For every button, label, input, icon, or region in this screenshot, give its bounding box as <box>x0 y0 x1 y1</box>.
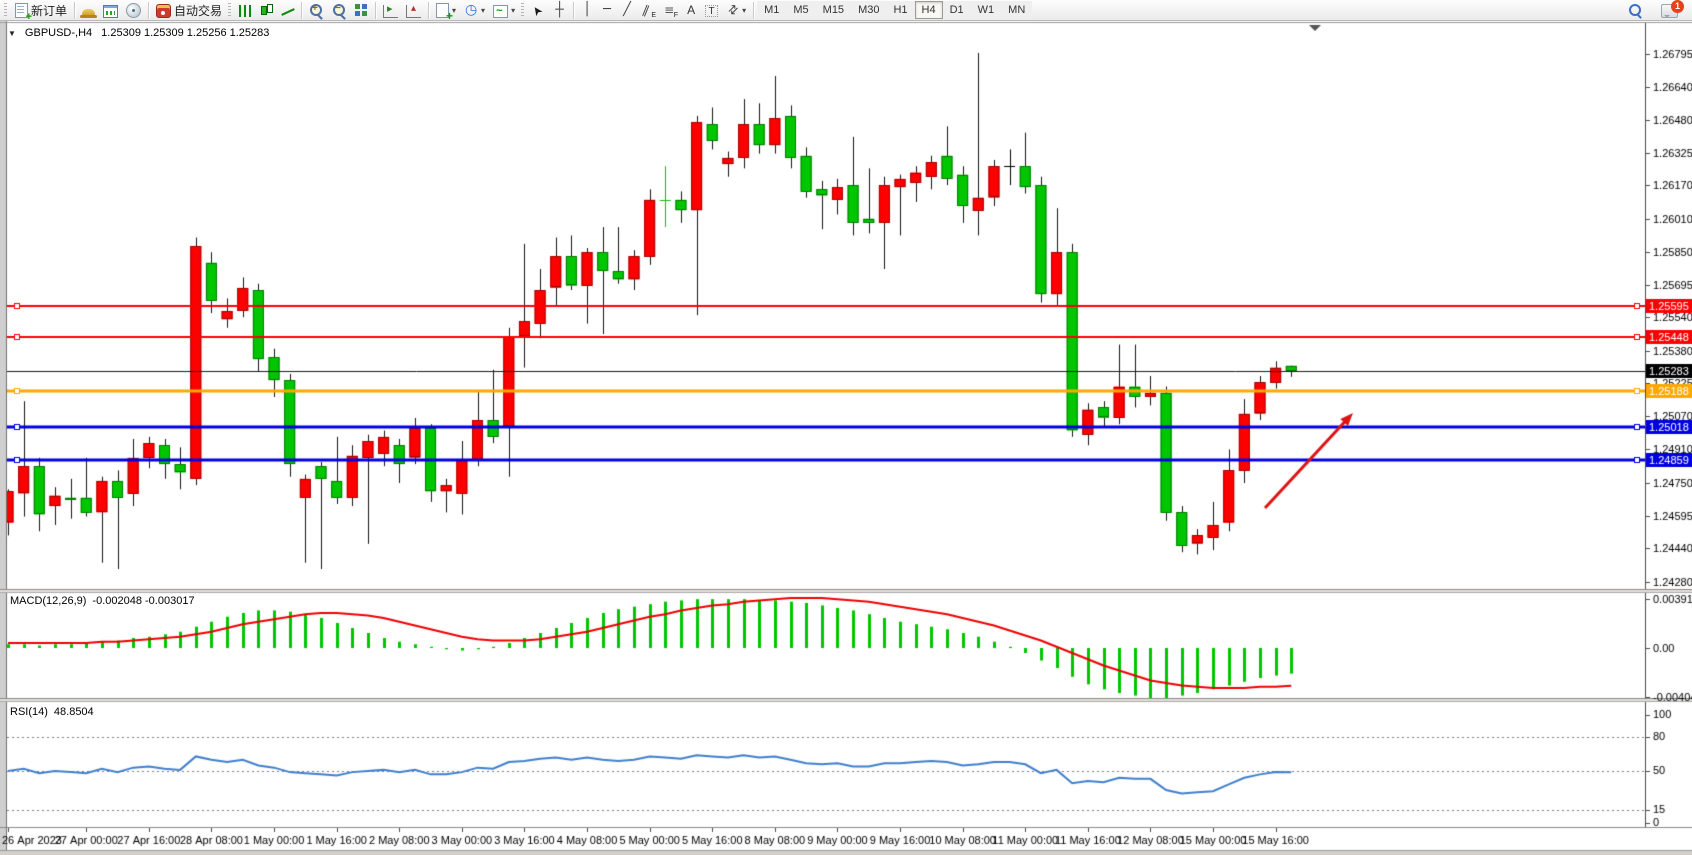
dropdown-caret-icon: ▾ <box>511 6 515 15</box>
chart-title: ▼ GBPUSD-,H4 1.25309 1.25309 1.25256 1.2… <box>8 27 269 39</box>
autotrade-button[interactable]: 自动交易 <box>152 1 226 20</box>
chart-window-button[interactable] <box>99 1 122 20</box>
vline-icon <box>581 3 593 17</box>
price-chart-canvas[interactable] <box>0 0 1692 855</box>
chart-shift-icon <box>406 5 421 18</box>
rsi-name: RSI(14) <box>10 706 48 718</box>
timeframe-w1-button[interactable]: W1 <box>971 1 1002 19</box>
timeframe-m15-button[interactable]: M15 <box>816 1 851 19</box>
dropdown-caret-icon: ▾ <box>742 6 746 15</box>
periods-icon <box>464 3 478 17</box>
hline-button[interactable] <box>597 1 617 20</box>
macd-name: MACD(12,26,9) <box>10 595 86 607</box>
toolbar-separator <box>148 2 149 19</box>
new-order-icon <box>15 3 28 18</box>
timeframe-mn-button[interactable]: MN <box>1001 1 1032 19</box>
tile-windows-button[interactable] <box>351 1 372 20</box>
rsi-value: 48.8504 <box>54 706 94 718</box>
rsi-indicator-label: RSI(14) 48.8504 <box>10 706 94 718</box>
hat-button[interactable] <box>78 1 99 20</box>
timeframe-m5-button[interactable]: M5 <box>786 1 815 19</box>
arrows-button[interactable]: ▾ <box>722 1 750 20</box>
signal-icon <box>126 3 141 18</box>
notifications-button[interactable]: 1 <box>1657 1 1682 20</box>
crosshair-button[interactable] <box>549 1 570 20</box>
timeframe-d1-button[interactable]: D1 <box>943 1 971 19</box>
candlestick-chart-button[interactable] <box>255 1 277 20</box>
zoom-in-icon: + <box>309 3 324 18</box>
timeframe-m30-button[interactable]: M30 <box>851 1 886 19</box>
signal-button[interactable] <box>122 1 145 20</box>
toolbar-button-label: 自动交易 <box>174 2 222 19</box>
indicators-icon <box>436 3 449 18</box>
cursor-icon <box>532 3 545 17</box>
ohlc-values: 1.25309 1.25309 1.25256 1.25283 <box>101 27 269 39</box>
templates-icon <box>493 5 508 18</box>
mt4-window: 新订单 自动交易 +− ▾ ▾ ▾ ▾ M1M5M15M30H1H4D1W1MN 1 ▼ GBP… <box>0 0 1692 855</box>
arrows-icon <box>726 3 739 17</box>
toolbar-separator <box>301 2 302 19</box>
hline-icon <box>601 3 613 17</box>
toolbar-button-label: 新订单 <box>31 2 67 19</box>
toolbar-grip <box>228 3 231 18</box>
timeframe-m1-button[interactable]: M1 <box>757 1 786 19</box>
label-icon <box>705 5 718 17</box>
toolbar-grip <box>4 3 7 18</box>
indicators-button[interactable]: ▾ <box>432 1 460 20</box>
autotrade-icon <box>156 4 171 18</box>
timeframe-h1-button[interactable]: H1 <box>886 1 914 19</box>
toolbar: 新订单 自动交易 +− ▾ ▾ ▾ ▾ M1M5M15M30H1H4D1W1MN 1 <box>0 0 1692 21</box>
chat-bubble-icon: 1 <box>1661 4 1678 18</box>
new-order-button[interactable]: 新订单 <box>11 1 71 20</box>
macd-values: -0.002048 -0.003017 <box>92 595 194 607</box>
bar-chart-icon <box>239 5 251 17</box>
toolbar-grip <box>521 3 524 18</box>
fibo-button[interactable] <box>659 1 681 20</box>
trendline-button[interactable] <box>617 1 637 20</box>
label-button[interactable] <box>701 1 722 20</box>
fibo-icon <box>663 3 677 17</box>
templates-button[interactable]: ▾ <box>489 1 519 20</box>
toolbar-separator <box>375 2 376 19</box>
auto-scroll-button[interactable] <box>379 1 402 20</box>
toolbar-separator <box>573 2 574 19</box>
text-icon <box>685 3 697 17</box>
candlestick-chart-icon <box>259 3 273 17</box>
toolbar-separator <box>428 2 429 19</box>
periods-button[interactable]: ▾ <box>460 1 489 20</box>
tile-windows-icon <box>355 4 368 17</box>
chart-shift-button[interactable] <box>402 1 425 20</box>
auto-scroll-icon <box>383 5 398 18</box>
cursor-button[interactable] <box>528 1 549 20</box>
zoom-out-button[interactable]: − <box>328 1 351 20</box>
chart-window-icon <box>103 5 118 18</box>
zoom-in-button[interactable]: + <box>305 1 328 20</box>
channel-icon <box>641 3 655 17</box>
line-chart-button[interactable] <box>277 1 298 20</box>
symbol-period-label: GBPUSD-,H4 <box>25 27 92 39</box>
search-icon <box>1628 3 1643 18</box>
dropdown-caret-icon: ▾ <box>481 6 485 15</box>
trendline-icon <box>621 3 633 17</box>
collapse-triangle-icon[interactable]: ▼ <box>8 29 16 38</box>
crosshair-icon <box>553 3 566 17</box>
toolbar-separator <box>74 2 75 19</box>
text-button[interactable] <box>681 1 701 20</box>
line-chart-icon <box>281 4 294 17</box>
toolbar-separator <box>753 2 754 19</box>
notification-badge: 1 <box>1671 0 1684 13</box>
search-button[interactable] <box>1624 1 1647 20</box>
channel-button[interactable] <box>637 1 659 20</box>
macd-indicator-label: MACD(12,26,9) -0.002048 -0.003017 <box>10 595 195 607</box>
vline-button[interactable] <box>577 1 597 20</box>
zoom-out-icon: − <box>332 3 347 18</box>
hat-icon <box>82 9 95 16</box>
bar-chart-button[interactable] <box>235 1 255 20</box>
toolbar-right: 1 <box>1624 1 1690 20</box>
timeframe-h4-button[interactable]: H4 <box>915 1 943 19</box>
